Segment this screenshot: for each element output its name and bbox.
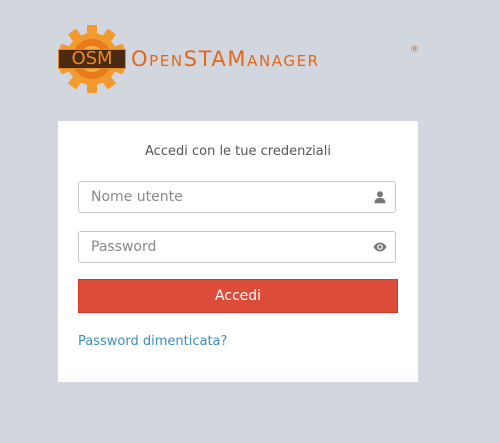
username-field[interactable]: [78, 181, 396, 213]
logo-abbreviation: OSM: [71, 48, 113, 69]
login-box: Accedi con le tue credenziali Accedi Pas…: [58, 121, 418, 382]
registered-mark: ®: [410, 45, 419, 55]
login-page: OSM OpenSTAManager ® Accedi con le tue c…: [0, 0, 500, 443]
eye-icon[interactable]: [373, 240, 387, 254]
password-field[interactable]: [78, 231, 396, 263]
brand-logo: OSM OpenSTAManager ®: [58, 25, 420, 93]
password-input[interactable]: [79, 232, 371, 262]
username-input[interactable]: [79, 182, 371, 212]
login-submit-button[interactable]: Accedi: [78, 279, 398, 313]
user-icon: [374, 191, 386, 204]
logo-wordmark: OpenSTAManager: [131, 47, 320, 71]
forgot-password-link[interactable]: Password dimenticata?: [78, 333, 227, 351]
login-box-message: Accedi con le tue credenziali: [145, 144, 331, 159]
